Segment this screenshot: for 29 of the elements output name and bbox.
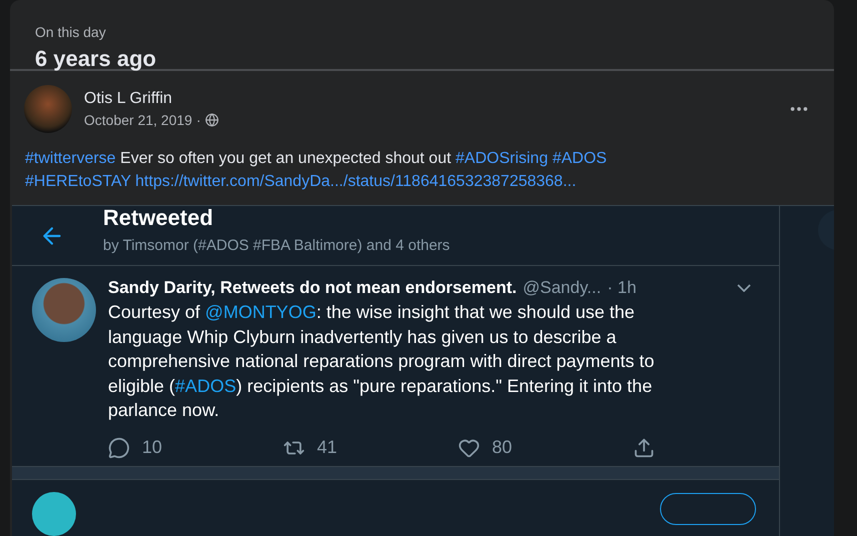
tweet-time: · 1h (607, 278, 636, 298)
post-link[interactable]: #ADOS (552, 150, 607, 167)
tweet-link[interactable]: @MONTYOG (205, 302, 316, 322)
retweeted-title: Retweeted (103, 205, 214, 231)
tweet-author-name: Sandy Darity, Retweets do not mean endorsement. (108, 278, 517, 298)
next-avatar-photo-placeholder (32, 492, 76, 536)
like-icon (458, 436, 480, 458)
reply-button[interactable]: 10 (108, 436, 283, 458)
memory-title: 6 years ago (35, 46, 158, 72)
tweet-link[interactable]: #ADOS (175, 376, 236, 396)
reply-icon (108, 436, 130, 458)
retweet-button[interactable]: 41 (283, 436, 458, 458)
post-link[interactable]: https://twitter.com/SandyDa.../status/1186416532387258368... (135, 173, 576, 190)
post-link[interactable]: #HEREtoSTAY (25, 173, 131, 190)
author-name[interactable]: Otis L Griffin (84, 90, 776, 108)
post-link[interactable]: #ADOSrising (456, 150, 548, 167)
share-icon (633, 436, 655, 458)
follow-button[interactable] (660, 493, 756, 525)
tweet-text: Courtesy of @MONTYOG: the wise insight that we should use the language Whip Clyburn inadvertently has given us to describe a comprehensive national reparations program with direct payments to eligible (#ADOS) recipients as "pure reparations." Entering it into the parlance now. (108, 301, 656, 422)
globe-icon (204, 113, 219, 127)
chevron-down-icon[interactable] (737, 284, 751, 292)
memory-label: On this day (35, 24, 107, 40)
post-date[interactable]: October 21, 2019 (84, 112, 192, 128)
post-text: #twitterverse Ever so often you get an unexpected shout out #ADOSrising #ADOS #HEREtoSTAY https://twitter.com/SandyDa.../status/1186416532387258368... (25, 149, 608, 192)
retweeted-by: by Timsomor (#ADOS #FBA Baltimore) and 4 others (103, 237, 450, 254)
like-button[interactable]: 80 (458, 436, 633, 458)
post-link[interactable]: #twitterverse (25, 150, 116, 167)
separator: · (196, 112, 201, 128)
tweet-handle: @Sandy... (522, 278, 602, 298)
